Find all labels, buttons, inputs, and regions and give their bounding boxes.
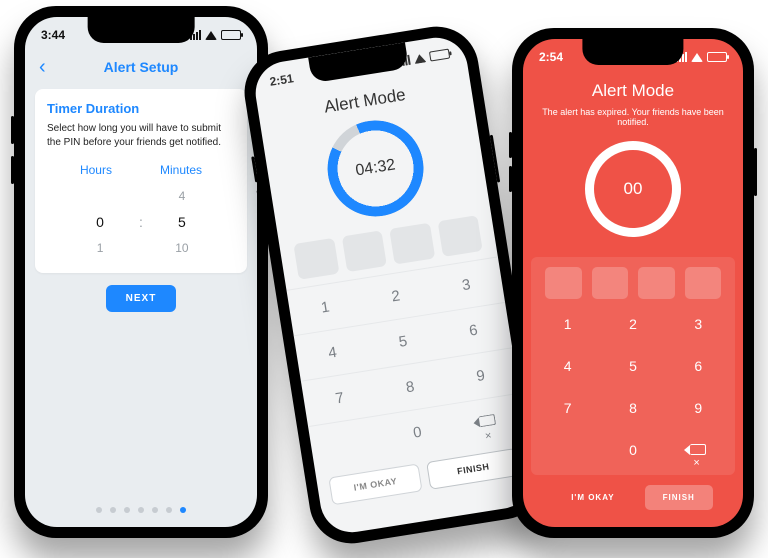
volume-up-button[interactable]	[509, 132, 512, 158]
page-dot[interactable]	[166, 507, 172, 513]
countdown-time: 00	[585, 141, 681, 237]
phone-alert-mode-expired: 2:54 Alert Mode The alert has expired. Y…	[512, 28, 754, 538]
pin-box	[341, 230, 387, 272]
numeric-keypad: 123 456 7890	[535, 303, 731, 471]
backspace-icon	[690, 444, 706, 455]
pin-box	[638, 267, 675, 299]
hours-next: 1	[71, 235, 129, 261]
battery-icon	[707, 52, 727, 62]
power-button[interactable]	[490, 135, 500, 183]
timer-duration-card: Timer Duration Select how long you will …	[35, 89, 247, 273]
notch	[582, 39, 683, 65]
keypad-6[interactable]: 6	[666, 345, 731, 387]
keypad-3[interactable]: 3	[666, 303, 731, 345]
picker-colon: :	[139, 214, 143, 230]
keypad-delete[interactable]	[666, 429, 731, 471]
countdown-ring: 04:32	[321, 114, 431, 224]
duration-picker[interactable]: 0 1 : 4 5 10	[47, 183, 235, 261]
countdown-time: 04:32	[321, 114, 431, 224]
keypad-5[interactable]: 5	[600, 345, 665, 387]
page-dot[interactable]	[96, 507, 102, 513]
volume-down-button[interactable]	[11, 156, 14, 184]
pin-box	[389, 223, 435, 265]
keypad-9[interactable]: 9	[666, 387, 731, 429]
keypad-1[interactable]: 1	[535, 303, 600, 345]
page-dot[interactable]	[180, 507, 186, 513]
page-indicator	[25, 507, 257, 513]
keypad-8[interactable]: 8	[600, 387, 665, 429]
minutes-next: 10	[153, 235, 211, 261]
wifi-icon	[691, 53, 703, 62]
countdown-ring: 00	[585, 141, 681, 237]
volume-down-button[interactable]	[509, 166, 512, 192]
volume-up-button[interactable]	[11, 116, 14, 144]
pin-box	[437, 215, 483, 257]
page-dot[interactable]	[124, 507, 130, 513]
battery-icon	[221, 30, 241, 40]
page-title: Alert Mode	[523, 81, 743, 101]
page-dot[interactable]	[110, 507, 116, 513]
minutes-selected: 5	[153, 209, 211, 235]
status-time: 2:51	[269, 71, 295, 89]
alert-expired-message: The alert has expired. Your friends have…	[523, 107, 743, 127]
wifi-icon	[413, 53, 426, 64]
pin-box	[592, 267, 629, 299]
notch	[88, 17, 195, 43]
hours-selected: 0	[71, 209, 129, 235]
pin-box	[545, 267, 582, 299]
keypad-0[interactable]: 0	[600, 429, 665, 471]
navbar: ‹ Alert Setup	[25, 53, 257, 81]
backspace-icon	[479, 414, 497, 427]
phone-alert-mode-active: 2:51 Alert Mode 04:32 1234567890 I'M OKA…	[239, 21, 550, 550]
hours-wheel[interactable]: 0 1	[71, 183, 129, 261]
back-button[interactable]: ‹	[39, 57, 46, 77]
minutes-label: Minutes	[160, 163, 202, 177]
minutes-prev: 4	[153, 183, 211, 209]
finish-button[interactable]: FINISH	[645, 485, 713, 510]
battery-icon	[429, 49, 450, 62]
im-okay-button[interactable]: I'M OKAY	[553, 485, 632, 510]
card-body: Select how long you will have to submit …	[47, 122, 235, 149]
numeric-keypad: 1234567890	[286, 256, 526, 471]
keypad-2[interactable]: 2	[600, 303, 665, 345]
page-dot[interactable]	[152, 507, 158, 513]
keypad-blank	[535, 429, 600, 471]
pin-box	[685, 267, 722, 299]
minutes-wheel[interactable]: 4 5 10	[153, 183, 211, 261]
hours-label: Hours	[80, 163, 112, 177]
page-title: Alert Setup	[104, 59, 179, 75]
status-time: 2:54	[539, 50, 563, 64]
status-time: 3:44	[41, 28, 65, 42]
page-dot[interactable]	[138, 507, 144, 513]
pin-box	[293, 238, 339, 280]
phone-alert-setup: 3:44 ‹ Alert Setup Timer Duration Select…	[14, 6, 268, 538]
pin-input[interactable]	[535, 267, 731, 299]
power-button[interactable]	[754, 148, 757, 196]
keypad-7[interactable]: 7	[535, 387, 600, 429]
finish-button[interactable]: FINISH	[426, 448, 520, 490]
hours-prev	[71, 183, 129, 209]
wifi-icon	[205, 31, 217, 40]
next-button[interactable]: NEXT	[106, 285, 177, 312]
keypad-4[interactable]: 4	[535, 345, 600, 387]
card-heading: Timer Duration	[47, 101, 235, 116]
im-okay-button[interactable]: I'M OKAY	[328, 463, 422, 505]
